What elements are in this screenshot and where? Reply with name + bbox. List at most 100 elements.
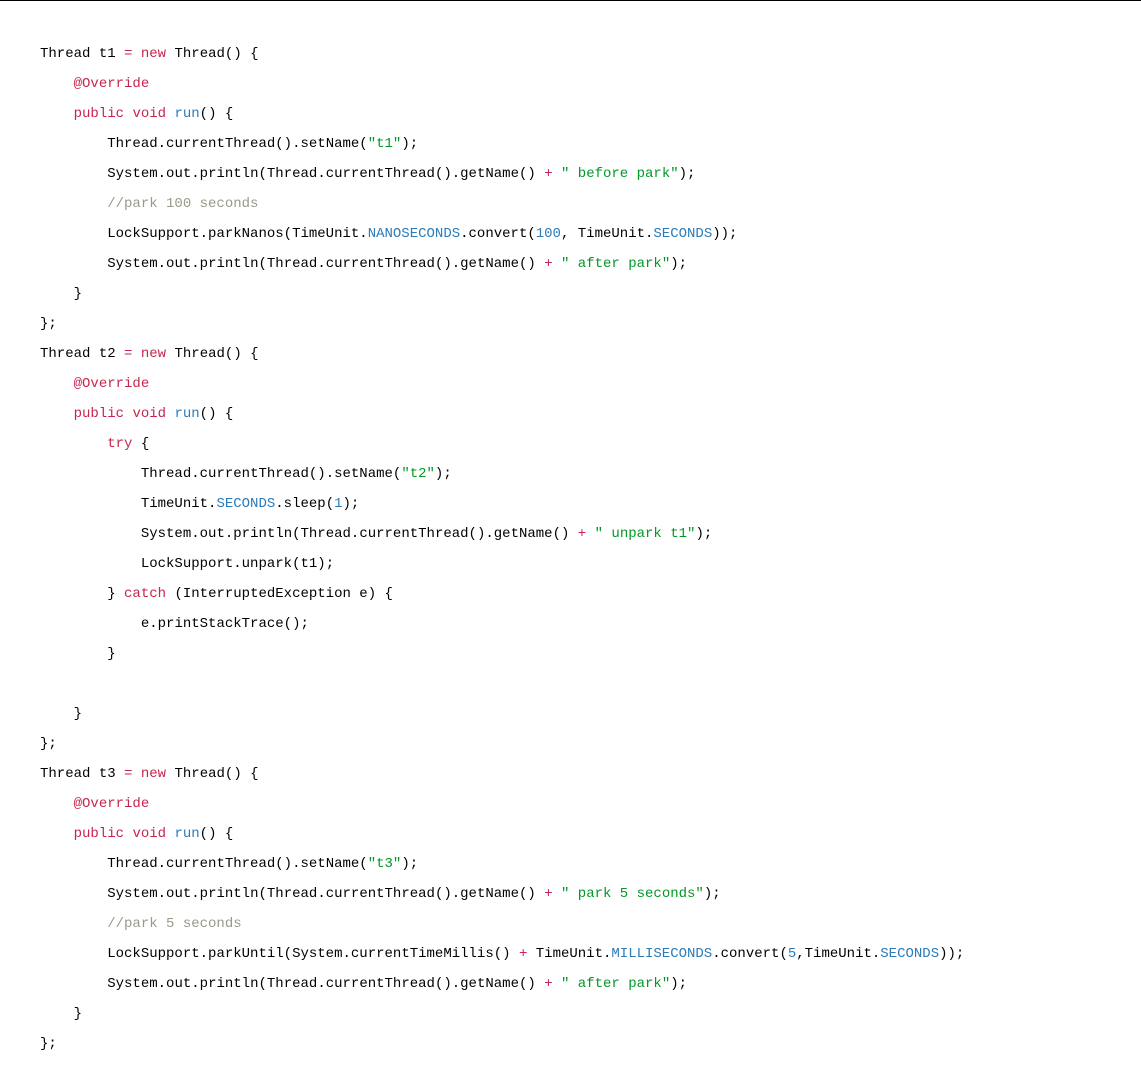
op-assign: = bbox=[124, 46, 132, 62]
p-rparen: ) bbox=[401, 856, 409, 872]
p-lbrace: { bbox=[225, 826, 233, 842]
code-line: @Override bbox=[40, 796, 149, 812]
p-dot: . bbox=[343, 946, 351, 962]
type-locksupport: LockSupport bbox=[107, 946, 199, 962]
method-getName: getName bbox=[460, 886, 519, 902]
p-rparen: ) bbox=[527, 886, 535, 902]
p-semi: ; bbox=[443, 466, 451, 482]
p-lparen: ( bbox=[200, 826, 208, 842]
p-lparen: ( bbox=[527, 226, 535, 242]
kw-new: new bbox=[141, 346, 166, 362]
p-rparen: ) bbox=[679, 166, 687, 182]
p-rparen: ) bbox=[527, 976, 535, 992]
p-dot: . bbox=[200, 946, 208, 962]
code-line: System.out.println(Thread.currentThread(… bbox=[40, 976, 687, 992]
p-lparen: ( bbox=[275, 136, 283, 152]
code-line: LockSupport.unpark(t1); bbox=[40, 556, 334, 572]
p-lparen: ( bbox=[284, 226, 292, 242]
p-rparen: ) bbox=[721, 226, 729, 242]
code-line: e.printStackTrace(); bbox=[40, 616, 309, 632]
kw-new: new bbox=[141, 46, 166, 62]
code-line: LockSupport.parkUntil(System.currentTime… bbox=[40, 946, 964, 962]
type-system: System bbox=[292, 946, 342, 962]
p-dot: . bbox=[158, 856, 166, 872]
p-rparen: ) bbox=[317, 466, 325, 482]
p-dot: . bbox=[317, 976, 325, 992]
p-lparen: ( bbox=[359, 856, 367, 872]
p-semi: ; bbox=[410, 856, 418, 872]
str-park5: " park 5 seconds" bbox=[561, 886, 704, 902]
ident-out: out bbox=[166, 166, 191, 182]
str-t1: "t1" bbox=[368, 136, 402, 152]
p-dot: . bbox=[158, 256, 166, 272]
p-lparen: ( bbox=[779, 946, 787, 962]
p-rparen: ) bbox=[712, 226, 720, 242]
p-lbrace: { bbox=[225, 406, 233, 422]
method-setName: setName bbox=[300, 856, 359, 872]
type-system: System bbox=[107, 976, 157, 992]
type-timeunit: TimeUnit bbox=[141, 496, 208, 512]
p-lbrace: { bbox=[385, 586, 393, 602]
code-line: System.out.println(Thread.currentThread(… bbox=[40, 256, 687, 272]
p-lparen: ( bbox=[200, 106, 208, 122]
p-semi: ; bbox=[956, 946, 964, 962]
p-rparen: ) bbox=[208, 406, 216, 422]
op-assign: = bbox=[124, 346, 132, 362]
p-dot: . bbox=[149, 616, 157, 632]
p-dot: . bbox=[452, 976, 460, 992]
code-line: public void run() { bbox=[40, 106, 233, 122]
kw-public: public bbox=[74, 406, 124, 422]
code-line: } bbox=[40, 286, 82, 302]
method-unpark: unpark bbox=[242, 556, 292, 572]
const-milliseconds: MILLISECONDS bbox=[611, 946, 712, 962]
p-dot: . bbox=[158, 886, 166, 902]
p-dot: . bbox=[452, 886, 460, 902]
p-lparen: ( bbox=[359, 136, 367, 152]
p-lparen: ( bbox=[494, 946, 502, 962]
num-100: 100 bbox=[536, 226, 561, 242]
num-5: 5 bbox=[788, 946, 796, 962]
type-thread: Thread bbox=[40, 346, 90, 362]
p-dot: . bbox=[317, 166, 325, 182]
type-system: System bbox=[107, 166, 157, 182]
ident-e: e bbox=[359, 586, 367, 602]
p-dot: . bbox=[158, 136, 166, 152]
p-semi: ; bbox=[351, 496, 359, 512]
type-thread: Thread bbox=[141, 466, 191, 482]
p-rparen: ) bbox=[443, 256, 451, 272]
ident-out: out bbox=[200, 526, 225, 542]
code-line: TimeUnit.SECONDS.sleep(1); bbox=[40, 496, 359, 512]
p-dot: . bbox=[191, 466, 199, 482]
p-lparen: ( bbox=[292, 526, 300, 542]
code-line: } bbox=[40, 706, 82, 722]
type-thread: Thread bbox=[107, 856, 157, 872]
p-rparen: ) bbox=[939, 946, 947, 962]
p-rparen: ) bbox=[208, 106, 216, 122]
annotation-override: @Override bbox=[74, 376, 150, 392]
method-setName: setName bbox=[300, 136, 359, 152]
p-rparen: ) bbox=[343, 496, 351, 512]
p-dot: . bbox=[158, 166, 166, 182]
kw-new: new bbox=[141, 766, 166, 782]
type-thread: Thread bbox=[107, 136, 157, 152]
p-rparen: ) bbox=[527, 166, 535, 182]
p-rparen: ) bbox=[948, 946, 956, 962]
code-line: } catch (InterruptedException e) { bbox=[40, 586, 393, 602]
p-lparen: ( bbox=[258, 166, 266, 182]
code-line: System.out.println(Thread.currentThread(… bbox=[40, 166, 695, 182]
p-lbrace: { bbox=[225, 106, 233, 122]
p-rparen: ) bbox=[368, 586, 376, 602]
code-line: } bbox=[40, 646, 116, 662]
p-rparen: ) bbox=[233, 346, 241, 362]
p-rparen: ) bbox=[401, 136, 409, 152]
num-1: 1 bbox=[334, 496, 342, 512]
method-currentThread: currentThread bbox=[326, 256, 435, 272]
code-line: Thread.currentThread().setName("t3"); bbox=[40, 856, 418, 872]
p-dot: . bbox=[191, 976, 199, 992]
p-lparen: ( bbox=[469, 526, 477, 542]
str-t3: "t3" bbox=[368, 856, 402, 872]
p-rbrace: } bbox=[107, 586, 115, 602]
code-line: }; bbox=[40, 316, 57, 332]
str-unpark-t1: " unpark t1" bbox=[595, 526, 696, 542]
p-lparen: ( bbox=[258, 976, 266, 992]
